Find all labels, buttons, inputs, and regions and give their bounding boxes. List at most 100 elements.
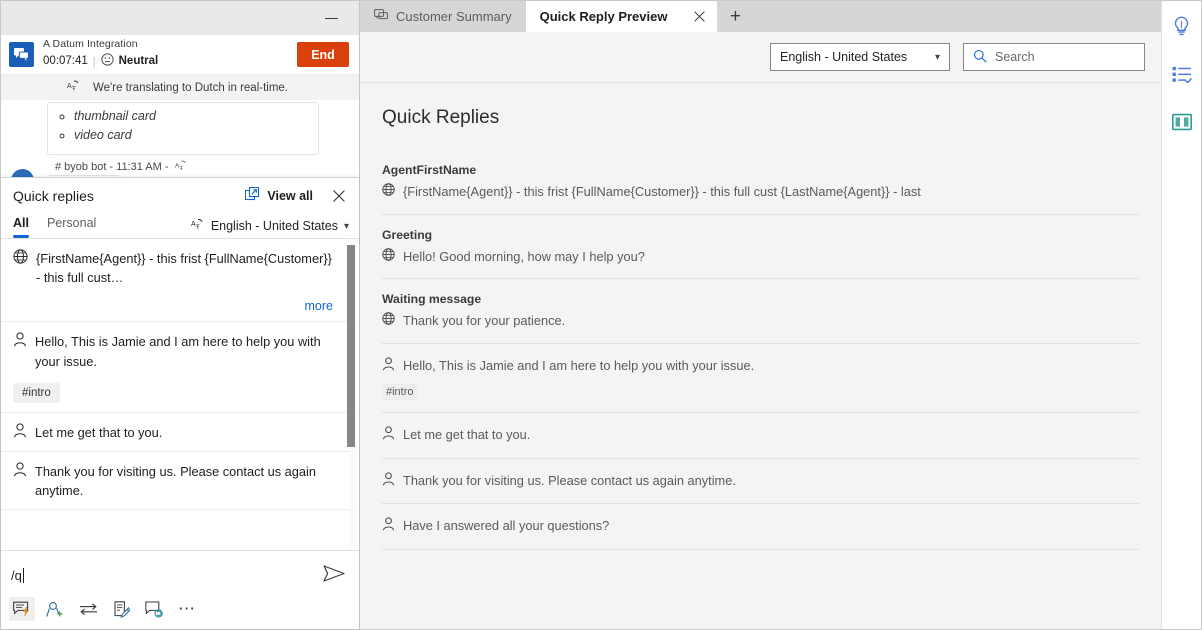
preview-toolbar: English - United States ▾ Search <box>360 32 1161 82</box>
list-item-text: Hello, This is Jamie and I am here to he… <box>35 332 333 370</box>
tab-customer-summary[interactable]: Customer Summary <box>360 1 526 32</box>
bot-card-item: thumbnail card <box>74 107 308 126</box>
person-icon <box>382 426 395 446</box>
globe-icon <box>13 249 28 267</box>
composer-toolbar: ⋯ <box>1 597 359 629</box>
translation-notice-text: We're translating to Dutch in real-time. <box>93 82 288 94</box>
transfer-icon[interactable] <box>75 597 101 621</box>
quick-replies-panel: Quick replies View all <box>1 177 359 629</box>
search-icon <box>973 49 987 66</box>
preview-pane: Customer Summary Quick Reply Preview + E… <box>360 1 1161 629</box>
chevron-down-icon: ▾ <box>344 221 349 232</box>
translation-icon: A Ŧ <box>175 160 188 174</box>
bot-card-item: video card <box>74 126 308 145</box>
preview-entry[interactable]: AgentFirstName {FirstName{Agent}} - this… <box>382 163 1139 215</box>
list-item-text: {FirstName{Agent}} - this frist {FullNam… <box>36 249 333 287</box>
message-input-value: /q <box>11 568 22 583</box>
conversation-timer: 00:07:41 <box>43 55 88 68</box>
preview-entry-text: Let me get that to you. <box>403 426 530 445</box>
conversation-icon <box>374 9 388 24</box>
end-conversation-button[interactable]: End <box>297 42 349 67</box>
tab-label: Customer Summary <box>396 9 512 24</box>
preview-entry-text: Hello, This is Jamie and I am here to he… <box>403 357 754 376</box>
notes-icon[interactable] <box>108 597 134 621</box>
quick-replies-tabs: All Personal A Ŧ English - United States… <box>1 210 359 238</box>
globe-icon <box>382 248 395 267</box>
send-button[interactable] <box>323 565 345 585</box>
list-item[interactable]: Thank you for visiting us. Please contac… <box>1 452 359 510</box>
knowledge-base-icon[interactable] <box>1166 107 1198 137</box>
more-icon[interactable]: ⋯ <box>174 597 200 621</box>
bot-message-card: thumbnail card video card <box>47 102 319 155</box>
preview-entry[interactable]: Hello, This is Jamie and I am here to he… <box>382 357 1139 414</box>
search-input[interactable]: Search <box>963 43 1145 71</box>
quick-reply-icon[interactable] <box>9 597 35 621</box>
preview-entry[interactable]: Greeting Hello! Good morning, how may I … <box>382 228 1139 280</box>
insights-icon[interactable] <box>1166 11 1198 41</box>
list-item[interactable]: {FirstName{Agent}} - this frist {FullNam… <box>1 239 359 289</box>
preview-entry[interactable]: Have I answered all your questions? <box>382 517 1139 550</box>
list-item-text: Let me get that to you. <box>35 423 162 442</box>
more-link[interactable]: more <box>1 289 359 322</box>
conversation-header: A Datum Integration 00:07:41 | Neutral <box>1 35 359 75</box>
productivity-rail <box>1161 1 1201 629</box>
person-icon <box>382 357 395 377</box>
agent-scripts-icon[interactable] <box>1166 59 1198 89</box>
quick-replies-list[interactable]: {FirstName{Agent}} - this frist {FullNam… <box>1 238 359 550</box>
scrollbar-thumb[interactable] <box>347 245 355 447</box>
preview-body: Quick Replies AgentFirstName {First <box>360 83 1161 629</box>
application-window: A Datum Integration 00:07:41 | Neutral <box>0 0 1202 630</box>
language-select[interactable]: English - United States ▾ <box>770 43 950 71</box>
scrollbar-track[interactable] <box>349 239 357 550</box>
conversation-avatar-icon <box>9 42 34 67</box>
tab-quick-reply-preview[interactable]: Quick Reply Preview <box>526 1 718 32</box>
person-icon <box>13 423 27 441</box>
separator: | <box>93 56 96 68</box>
list-item[interactable]: Hello, This is Jamie and I am here to he… <box>1 322 359 412</box>
tab-label: Quick Reply Preview <box>540 9 668 24</box>
preview-entry-text: Thank you for visiting us. Please contac… <box>403 472 736 491</box>
conversation-panel: A Datum Integration 00:07:41 | Neutral <box>1 1 360 629</box>
globe-icon <box>382 312 395 331</box>
list-item-tag: #intro <box>13 383 60 403</box>
linked-conversation-icon[interactable] <box>141 597 167 621</box>
open-new-window-icon <box>245 187 260 205</box>
view-all-label: View all <box>267 189 313 203</box>
person-icon <box>13 462 27 480</box>
quick-replies-language-selector[interactable]: A Ŧ English - United States ▾ <box>191 218 349 234</box>
customer-name: A Datum Integration <box>43 39 297 51</box>
close-tab-icon[interactable] <box>689 7 709 27</box>
preview-entry[interactable]: Thank you for visiting us. Please contac… <box>382 472 1139 505</box>
sentiment-icon <box>101 53 114 70</box>
list-item-text: Thank you for visiting us. Please contac… <box>35 462 333 500</box>
person-icon <box>382 517 395 537</box>
view-all-button[interactable]: View all <box>245 187 313 205</box>
person-icon <box>382 472 395 492</box>
close-quick-replies-button[interactable] <box>329 186 349 206</box>
globe-icon <box>382 183 395 202</box>
preview-entry[interactable]: Let me get that to you. <box>382 426 1139 459</box>
tab-all[interactable]: All <box>13 214 29 238</box>
preview-entry-text: Have I answered all your questions? <box>403 517 609 536</box>
preview-entry-label: AgentFirstName <box>382 163 1139 177</box>
preview-entry-label: Greeting <box>382 228 1139 242</box>
message-input[interactable]: /q <box>11 568 323 583</box>
tab-personal[interactable]: Personal <box>47 214 96 238</box>
message-composer: /q <box>1 550 359 629</box>
quick-replies-language-label: English - United States <box>211 219 338 233</box>
svg-text:Ŧ: Ŧ <box>196 225 200 231</box>
quick-replies-header: Quick replies View all <box>1 178 359 210</box>
sentiment-label: Neutral <box>119 55 159 68</box>
language-select-value: English - United States <box>780 50 907 64</box>
add-tab-button[interactable]: + <box>717 1 753 32</box>
conversation-transcript: thumbnail card video card # byob bot - 1… <box>1 100 359 184</box>
preview-entry-text: Hello! Good morning, how may I help you? <box>403 248 645 267</box>
preview-entry[interactable]: Waiting message Thank you for your patie… <box>382 292 1139 344</box>
svg-text:Ŧ: Ŧ <box>179 166 183 171</box>
minimize-button[interactable] <box>317 6 345 30</box>
bot-message-timestamp: # byob bot - 11:31 AM - A Ŧ <box>55 160 349 174</box>
quick-replies-title: Quick replies <box>13 188 245 204</box>
consult-icon[interactable] <box>42 597 68 621</box>
translation-icon: A Ŧ <box>191 218 205 234</box>
list-item[interactable]: Let me get that to you. <box>1 413 359 452</box>
